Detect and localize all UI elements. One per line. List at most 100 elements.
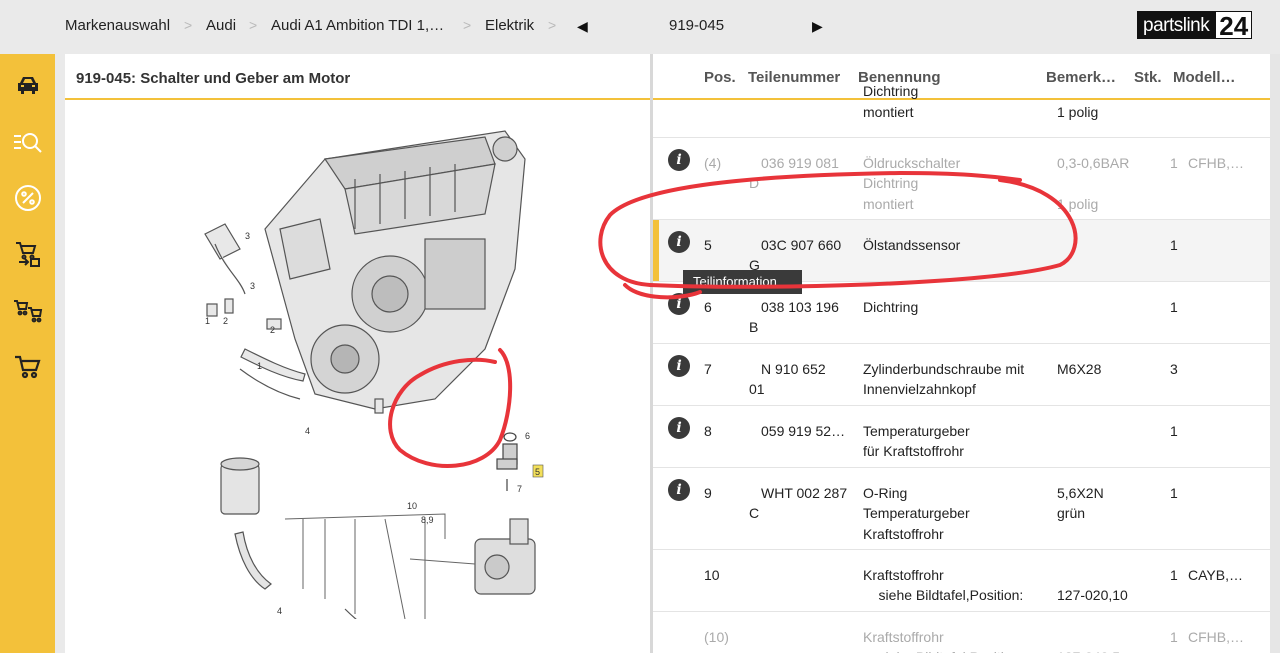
diagram-title: 919-045: Schalter und Geber am Motor xyxy=(76,70,351,87)
info-icon[interactable]: i xyxy=(668,149,690,171)
cell-benennung: Zylinderbundschraube mit xyxy=(863,361,1025,377)
scrollbar[interactable] xyxy=(1270,54,1280,653)
column-header-modell[interactable]: Modell… xyxy=(1173,69,1236,86)
cell-benennung-line2: für Kraftstoffrohr xyxy=(863,443,964,459)
cell-modell: CAYB,… xyxy=(1188,567,1243,583)
cell-stk: 1 xyxy=(1170,423,1178,439)
breadcrumb-item-markenauswahl[interactable]: Markenauswahl xyxy=(65,17,170,34)
cell-stk: 1 xyxy=(1170,237,1178,253)
cell-bemerkung-line2: grün xyxy=(1057,505,1086,521)
partslink24-logo[interactable]: partslink 24 xyxy=(1137,11,1253,40)
table-row[interactable]: Dichtring montiert 1 polig xyxy=(653,83,1270,138)
cell-pos: 10 xyxy=(704,567,720,583)
callout-label: 2 xyxy=(223,316,228,326)
current-page-number: 919-045 xyxy=(669,17,725,34)
callout-label: 3 xyxy=(250,281,255,291)
cell-benennung: Ölstandssensor xyxy=(863,237,961,253)
cell-benennung: Dichtring xyxy=(863,299,919,315)
cell-bemerkung: M6X28 xyxy=(1057,361,1102,377)
logo-text-24: 24 xyxy=(1215,11,1253,40)
sidebar xyxy=(0,54,55,653)
cell-bemerkung: 0,3-0,6BAR xyxy=(1057,155,1130,171)
cell-teilenummer[interactable]: 059 919 52… xyxy=(761,421,845,442)
cell-stk: 1 xyxy=(1170,567,1178,583)
cell-pos: (10) xyxy=(704,629,729,645)
cell-stk: 1 xyxy=(1170,299,1178,315)
diagram-panel: 919-045: Schalter und Geber am Motor 3 1… xyxy=(65,54,650,653)
column-header-pos[interactable]: Pos. xyxy=(704,69,736,86)
cell-teilenummer[interactable]: 038 103 196 xyxy=(761,297,839,318)
cell-pos: 8 xyxy=(704,423,712,439)
breadcrumb-item-model[interactable]: Audi A1 Ambition TDI 1,… xyxy=(271,17,444,34)
cart-exchange-icon[interactable] xyxy=(12,238,44,270)
table-row[interactable]: i 9 WHT 002 287 C O-Ring Temperaturgeber Kraft… xyxy=(653,468,1270,550)
callout-label: 1 xyxy=(205,316,210,326)
cell-pos: 9 xyxy=(704,485,712,501)
table-row[interactable]: i 8 059 919 52… Temperaturgeber für Kraftsto… xyxy=(653,406,1270,468)
cell-teilenummer-suffix: D xyxy=(749,175,760,191)
percent-icon[interactable] xyxy=(12,182,44,214)
breadcrumb-item-audi[interactable]: Audi xyxy=(206,17,236,34)
cell-benennung: Kraftstoffrohr xyxy=(863,629,944,645)
breadcrumb-separator-icon: > xyxy=(184,17,193,33)
info-icon[interactable]: i xyxy=(668,355,690,377)
breadcrumb-separator-icon: > xyxy=(249,17,258,33)
search-list-icon[interactable] xyxy=(12,126,44,158)
table-row[interactable]: 10 Kraftstoffrohr siehe Bildtafel,Positio… xyxy=(653,550,1270,612)
breadcrumb-separator-icon: > xyxy=(548,17,557,33)
cell-benennung-line3: Kraftstoffrohr xyxy=(863,526,944,542)
cell-bemerkung-line2: 1 polig xyxy=(1057,104,1099,120)
cell-stk: 3 xyxy=(1170,361,1178,377)
callout-label: 2 xyxy=(270,325,275,335)
cell-stk: 1 xyxy=(1170,629,1178,645)
cell-benennung-line2: siehe Bildtafel,Position: xyxy=(863,647,1024,653)
fuel-pump-drawing xyxy=(474,518,536,595)
title-divider xyxy=(65,98,650,100)
engine-block-drawing xyxy=(264,130,526,410)
cell-benennung: O-Ring xyxy=(863,485,908,501)
table-row[interactable]: (10) Kraftstoffrohr siehe Bildtafel,Posit… xyxy=(653,612,1270,653)
info-icon[interactable]: i xyxy=(668,479,690,501)
column-header-teilenummer[interactable]: Teilenummer xyxy=(748,69,840,86)
car-icon[interactable] xyxy=(12,69,44,101)
cart-icon[interactable] xyxy=(12,351,44,383)
fuel-filter-drawing xyxy=(220,457,357,619)
fuel-lines-drawing xyxy=(284,513,476,619)
cell-stk: 1 xyxy=(1170,155,1178,171)
next-page-arrow-icon[interactable]: ▶ xyxy=(812,18,823,35)
cell-benennung-line3: montiert xyxy=(863,196,914,212)
cell-teilenummer[interactable]: 036 919 081 xyxy=(761,153,839,174)
cell-teilenummer[interactable]: N 910 652 xyxy=(761,359,826,380)
cell-modell: CFHB,… xyxy=(1188,155,1244,171)
info-icon[interactable]: i xyxy=(668,231,690,253)
cell-benennung-line2: Temperaturgeber xyxy=(863,505,970,521)
cell-bemerkung-line3: 1 polig xyxy=(1057,196,1099,212)
exploded-parts-diagram[interactable]: 3 1 2 1 2 3 4 6 5 7 10 8,9 4 xyxy=(185,119,555,619)
cell-pos: 6 xyxy=(704,299,712,315)
oil-level-sensor-drawing xyxy=(496,432,518,491)
top-bar: Markenauswahl > Audi > Audi A1 Ambition … xyxy=(0,0,1280,54)
column-header-stk[interactable]: Stk. xyxy=(1134,69,1162,86)
callout-label: 10 xyxy=(407,501,417,511)
parts-table: Pos. Teilenummer Benennung Bemerk… Stk. … xyxy=(653,54,1270,653)
cell-benennung: Öldruckschalter xyxy=(863,155,961,171)
cell-benennung-line2: Innenvielzahnkopf xyxy=(863,381,976,397)
info-icon[interactable]: i xyxy=(668,417,690,439)
table-row[interactable]: i (4) 036 919 081 D Öldruckschalter Dichtring… xyxy=(653,138,1270,220)
column-header-bemerkung[interactable]: Bemerk… xyxy=(1046,69,1116,86)
info-icon[interactable]: i xyxy=(668,293,690,315)
part-info-tooltip: Teilinformation xyxy=(683,270,802,294)
selected-row-indicator xyxy=(653,220,659,281)
cell-bemerkung: 5,6X2N xyxy=(1057,485,1104,501)
cell-pos: 7 xyxy=(704,361,712,377)
cell-teilenummer-suffix: B xyxy=(749,319,759,335)
table-row[interactable]: i7 N 910 652 01 Zylinderbundschraube mit Inn… xyxy=(653,344,1270,406)
cart-compare-icon[interactable] xyxy=(12,295,44,327)
cell-stk: 1 xyxy=(1170,485,1178,501)
previous-page-arrow-icon[interactable]: ◀ xyxy=(577,18,588,35)
cell-bemerkung-line2: 127-020,10 xyxy=(1057,587,1128,603)
cell-teilenummer[interactable]: WHT 002 287 xyxy=(761,483,847,504)
cell-teilenummer[interactable]: 03C 907 660 xyxy=(761,235,841,256)
breadcrumb-item-elektrik[interactable]: Elektrik xyxy=(485,17,534,34)
callout-label: 7 xyxy=(517,484,522,494)
